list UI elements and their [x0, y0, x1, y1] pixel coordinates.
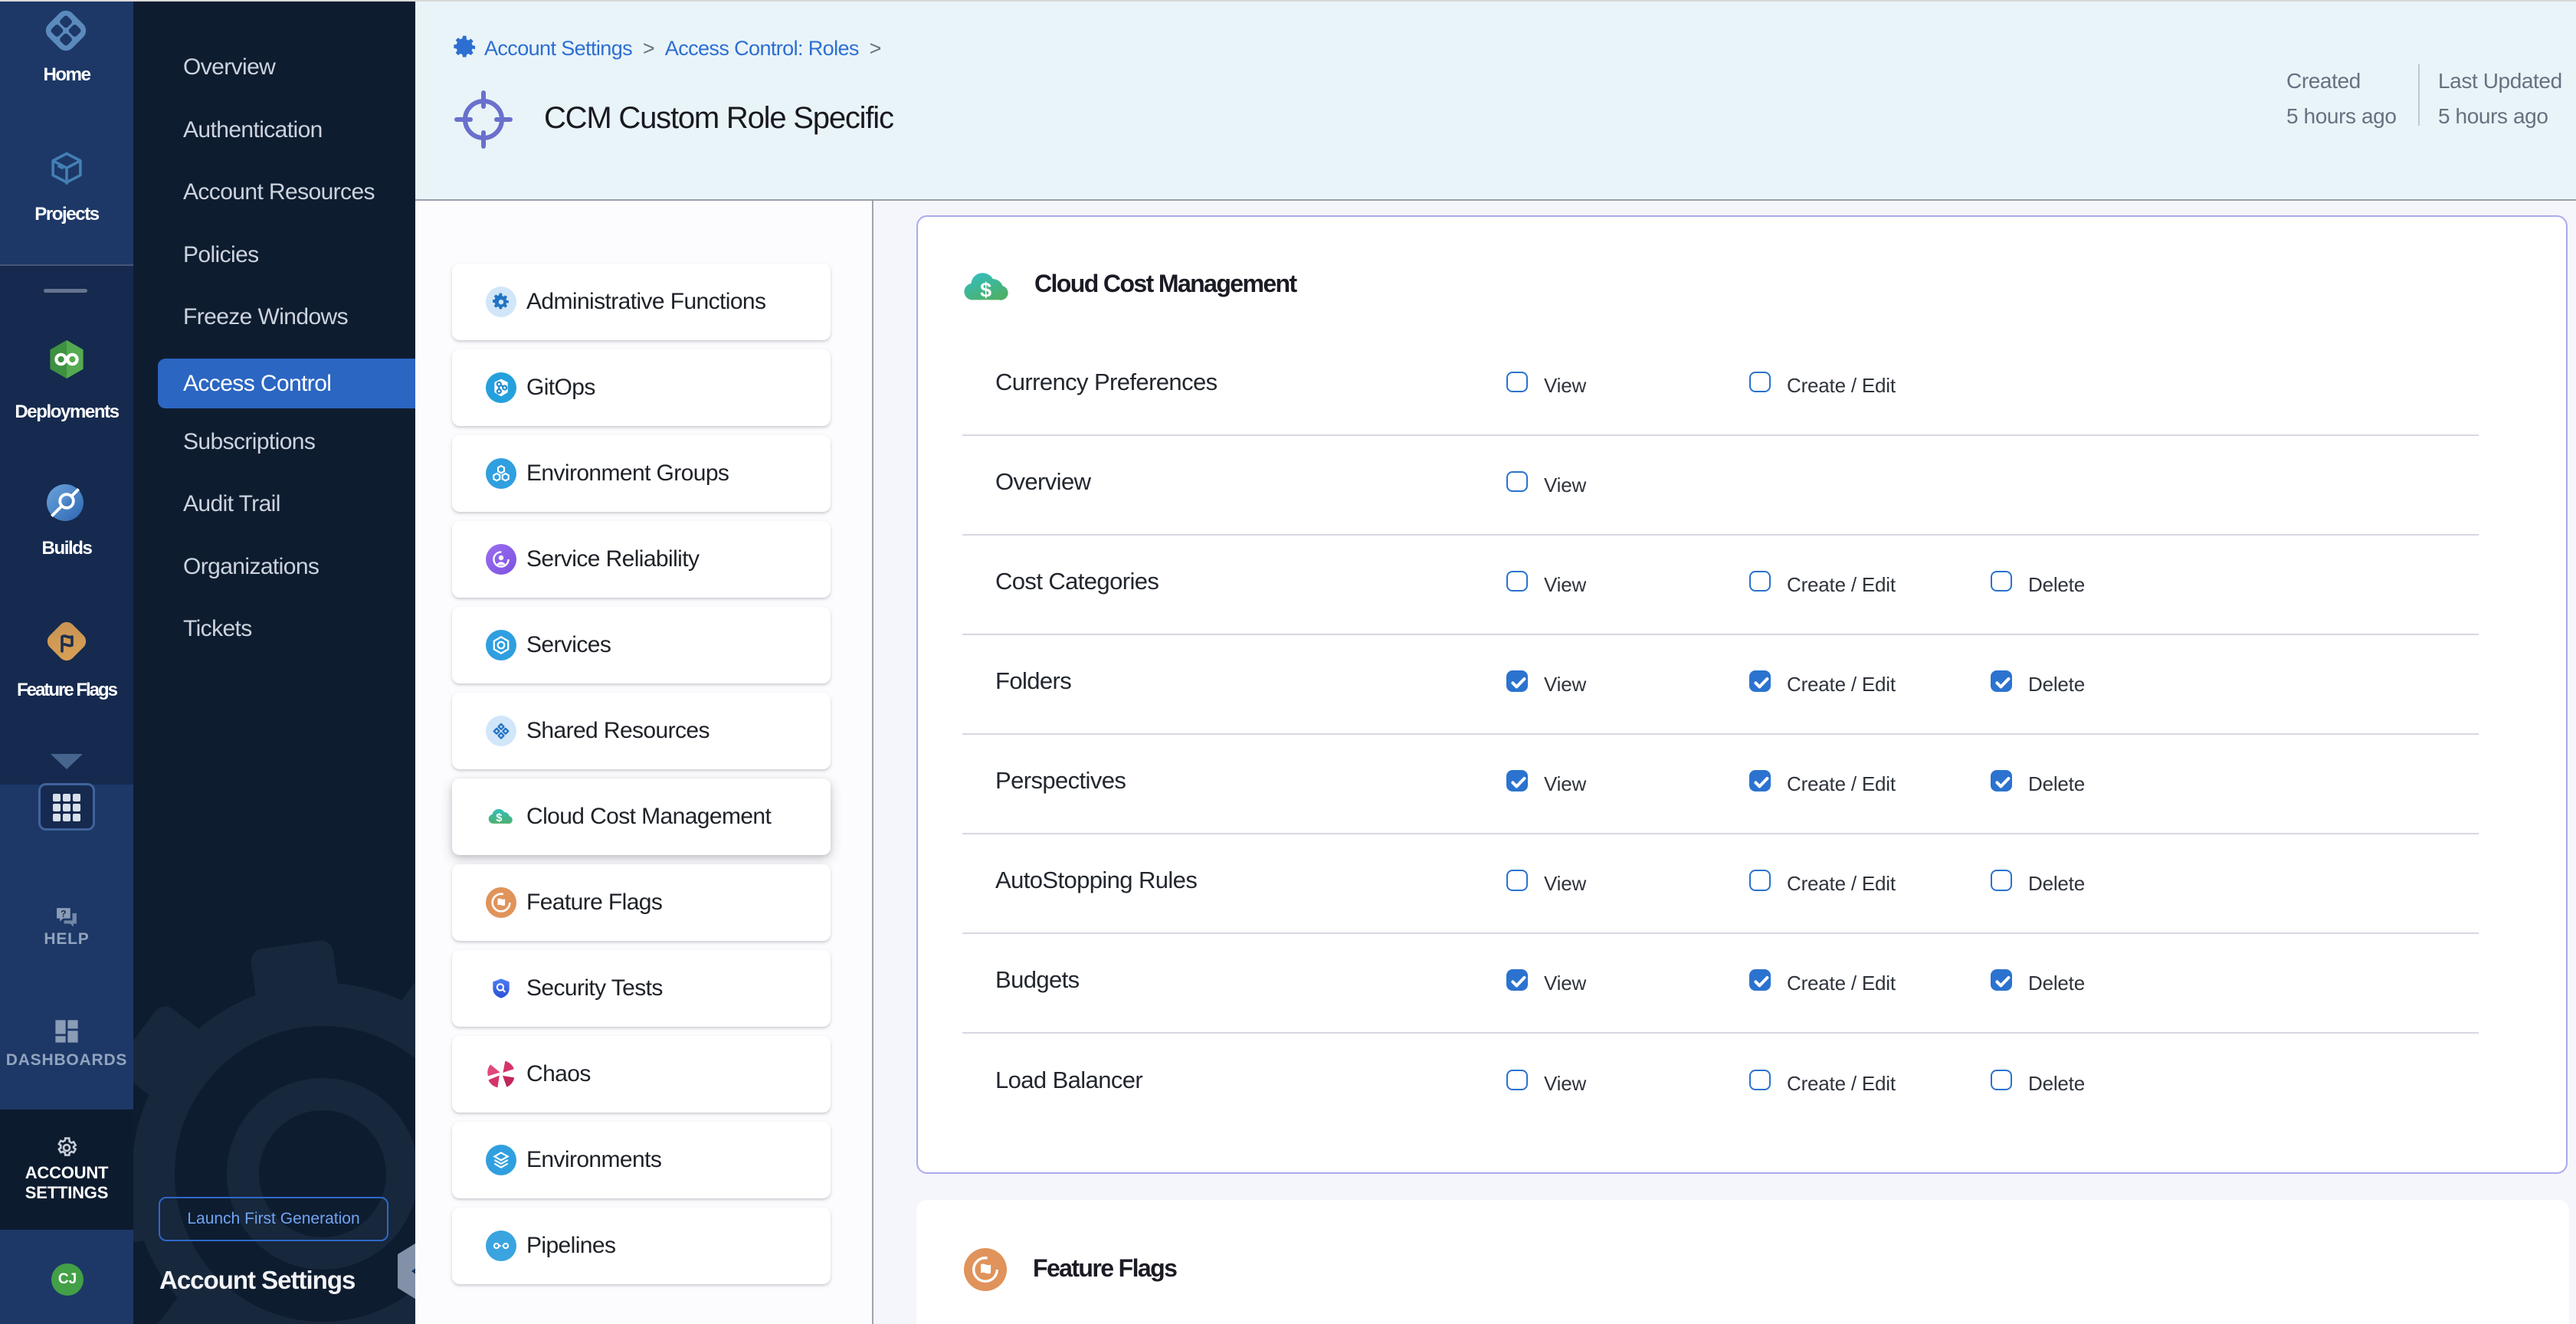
svg-text:$: $ — [496, 812, 502, 824]
svg-text:?: ? — [61, 909, 66, 919]
svg-text:$: $ — [980, 279, 991, 302]
